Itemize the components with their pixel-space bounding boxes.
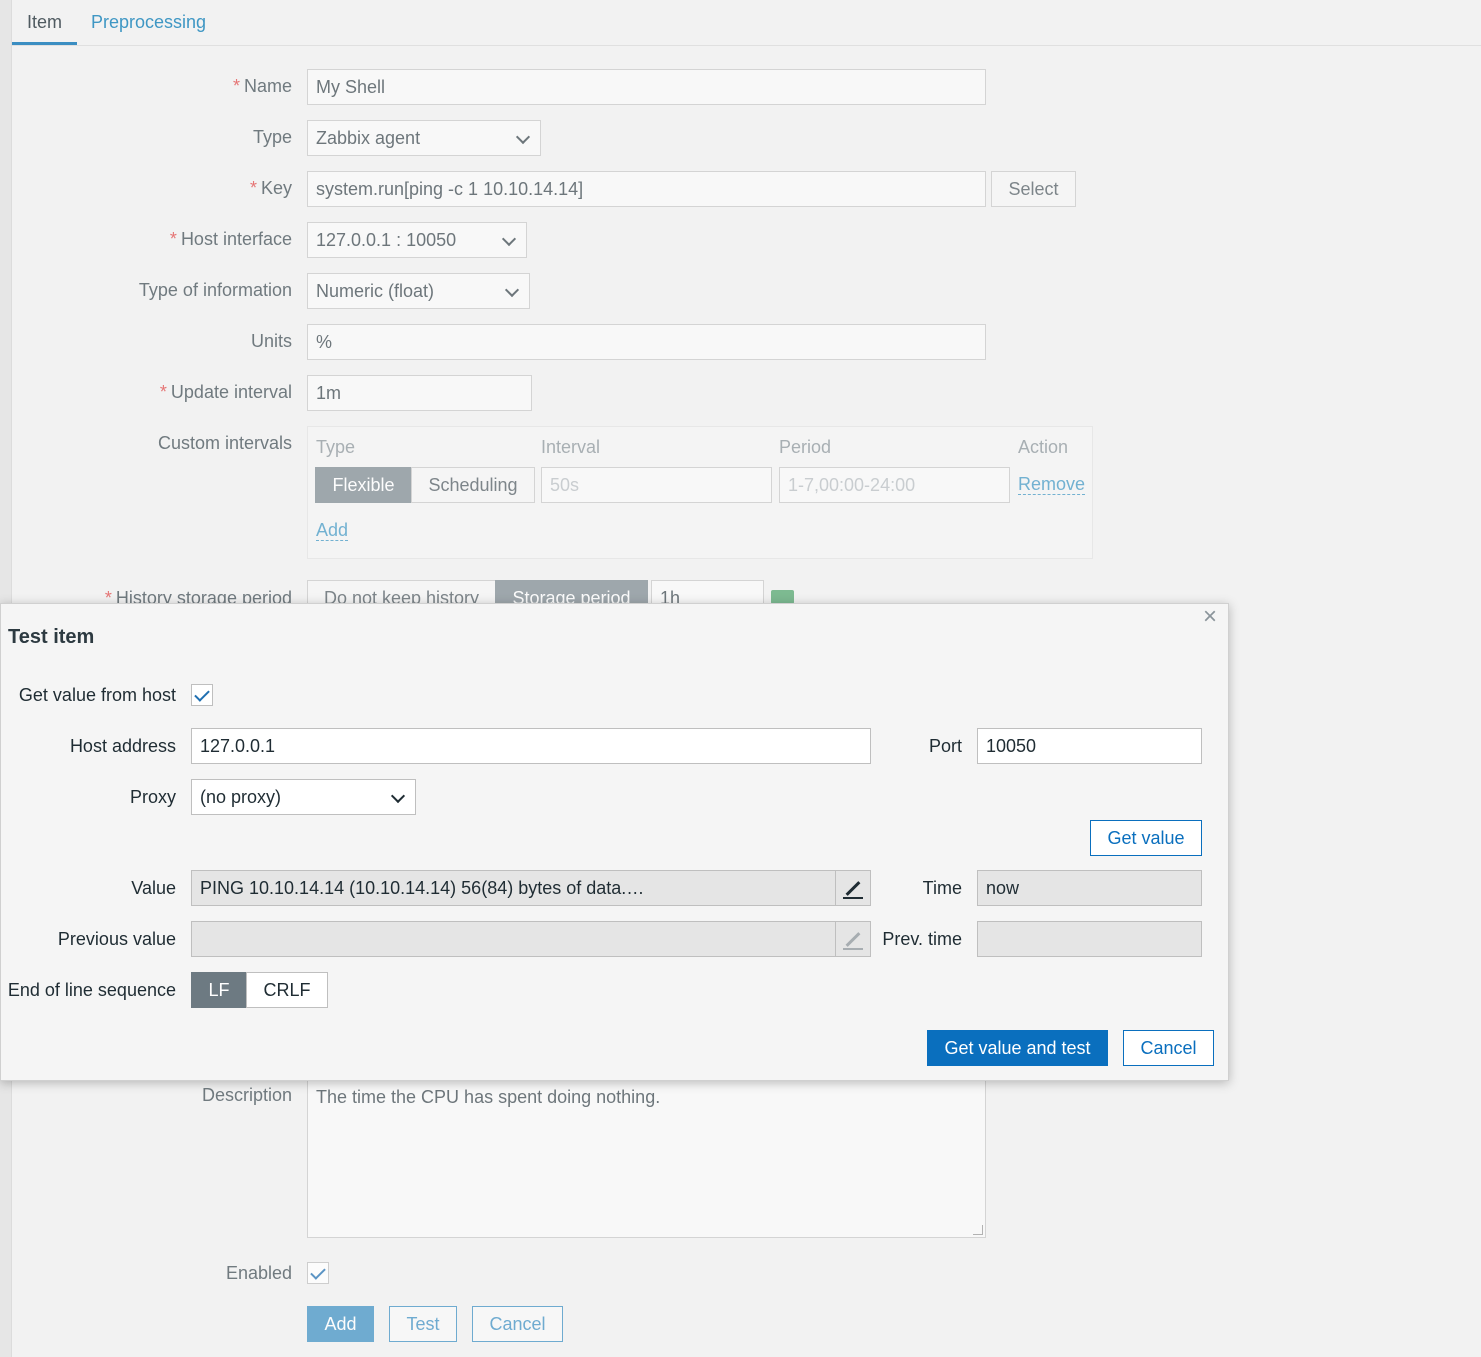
- ci-add-link[interactable]: Add: [316, 520, 349, 541]
- ci-interval-input[interactable]: 50s: [541, 467, 772, 503]
- type-select[interactable]: Zabbix agent: [307, 120, 541, 156]
- previous-value-label: Previous value: [57, 929, 176, 949]
- ci-header-type: Type: [316, 437, 356, 457]
- get-value-from-host-label: Get value from host: [18, 685, 176, 705]
- name-label: * Name: [232, 76, 292, 96]
- port-label: Port: [928, 736, 962, 756]
- description-label: Description: [201, 1085, 292, 1105]
- port-input[interactable]: 10050: [977, 728, 1202, 764]
- host-interface-label: * Host interface: [169, 229, 292, 249]
- time-field: now: [977, 870, 1202, 906]
- type-label: Type: [252, 127, 292, 147]
- get-value-from-host-checkbox[interactable]: [191, 684, 213, 706]
- custom-intervals-label: Custom intervals: [157, 433, 292, 453]
- prev-time-field: [977, 921, 1202, 957]
- value-field: PING 10.10.14.14 (10.10.14.14) 56(84) by…: [191, 870, 871, 906]
- key-select-button[interactable]: Select: [991, 171, 1076, 207]
- proxy-select[interactable]: (no proxy): [191, 779, 416, 815]
- test-item-dialog: Test item × Get value from host Host add…: [0, 603, 1229, 1081]
- units-input[interactable]: %: [307, 324, 986, 360]
- resize-grip-icon[interactable]: [973, 1225, 983, 1235]
- ci-header-action: Action: [1018, 437, 1069, 457]
- tab-item[interactable]: Item: [27, 12, 62, 33]
- info-icon[interactable]: [771, 590, 794, 604]
- form-cancel-button[interactable]: Cancel: [472, 1306, 563, 1342]
- proxy-label: Proxy: [129, 787, 176, 807]
- time-label: Time: [922, 878, 962, 898]
- edit-value-pencil-icon[interactable]: [835, 871, 870, 905]
- ci-period-input[interactable]: 1-7,00:00-24:00: [779, 467, 1010, 503]
- name-input[interactable]: My Shell: [307, 69, 986, 105]
- dialog-title: Test item: [8, 626, 95, 648]
- ci-flexible-toggle[interactable]: Flexible: [315, 467, 412, 503]
- update-interval-input[interactable]: 1m: [307, 375, 532, 411]
- ci-header-period: Period: [779, 437, 832, 457]
- key-input[interactable]: system.run[ping -c 1 10.10.14.14]: [307, 171, 986, 207]
- ci-scheduling-toggle[interactable]: Scheduling: [411, 467, 535, 503]
- ci-remove-link[interactable]: Remove: [1018, 474, 1086, 495]
- eol-lf-toggle[interactable]: LF: [191, 972, 247, 1008]
- host-interface-select[interactable]: 127.0.0.1 : 10050: [307, 222, 527, 258]
- type-of-information-select[interactable]: Numeric (float): [307, 273, 530, 309]
- enabled-checkbox[interactable]: [307, 1262, 329, 1284]
- dialog-cancel-button[interactable]: Cancel: [1123, 1030, 1214, 1066]
- form-test-button[interactable]: Test: [389, 1306, 457, 1342]
- value-label: Value: [131, 878, 176, 898]
- active-tab-indicator: [12, 42, 77, 45]
- units-label: Units: [250, 331, 292, 351]
- key-label: * Key: [249, 178, 292, 198]
- get-value-button[interactable]: Get value: [1090, 820, 1202, 856]
- description-textarea[interactable]: The time the CPU has spent doing nothing…: [307, 1080, 986, 1238]
- previous-value-field: [191, 921, 871, 957]
- type-of-information-label: Type of information: [138, 280, 292, 300]
- enabled-label: Enabled: [225, 1263, 292, 1283]
- form-add-button[interactable]: Add: [307, 1306, 374, 1342]
- ci-header-interval: Interval: [541, 437, 601, 457]
- end-of-line-sequence-label: End of line sequence: [7, 980, 176, 1000]
- tab-bar: Item Preprocessing: [12, 0, 1481, 46]
- tab-preprocessing[interactable]: Preprocessing: [91, 12, 206, 33]
- update-interval-label: * Update interval: [159, 382, 292, 402]
- get-value-and-test-button[interactable]: Get value and test: [927, 1030, 1108, 1066]
- host-address-input[interactable]: 127.0.0.1: [191, 728, 871, 764]
- eol-crlf-toggle[interactable]: CRLF: [246, 972, 328, 1008]
- close-icon[interactable]: ×: [1201, 605, 1219, 629]
- host-address-label: Host address: [69, 736, 176, 756]
- edit-previous-value-pencil-icon: [835, 922, 870, 956]
- prev-time-label: Prev. time: [882, 929, 962, 949]
